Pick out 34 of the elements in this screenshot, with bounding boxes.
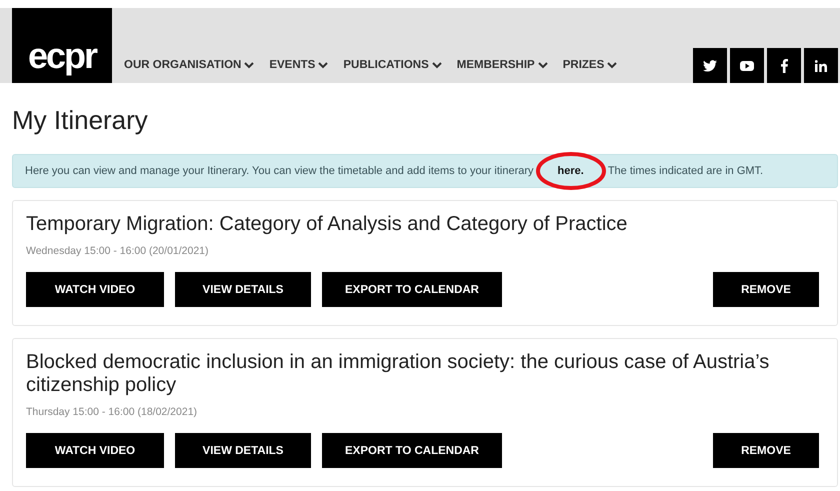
action-button[interactable]: EXPORT TO CALENDAR [322, 433, 502, 468]
session-title: Temporary Migration: Category of Analysis and Category of Practice [26, 213, 628, 236]
facebook-icon [780, 58, 788, 72]
nav-link[interactable]: OUR ORGANISATION [124, 59, 254, 71]
social-button[interactable] [693, 48, 727, 83]
session-time: Wednesday 15:00 - 16:00 (20/01/2021) [26, 245, 210, 257]
remove-button[interactable]: REMOVE [713, 272, 819, 307]
social-button[interactable] [730, 48, 764, 83]
chevron-icon [432, 62, 442, 68]
social-button[interactable] [804, 48, 838, 83]
info-text: Here you can view and manage your Itinerary. You can view the timetable and add items to your itinerary here. The times indicated are in GMT. [25, 165, 764, 177]
action-button[interactable]: VIEW DETAILS [175, 433, 311, 468]
here-link[interactable]: here. [558, 165, 584, 177]
nav-link[interactable]: MEMBERSHIP [456, 59, 548, 71]
chevron-icon [607, 62, 618, 68]
play-icon [740, 60, 754, 70]
logo[interactable]: ecpr [12, 8, 112, 83]
chevron-icon [318, 62, 328, 68]
session-title: Blocked democratic inclusion in an immigration society: the curious case of Austria’s citizenship policy [26, 351, 770, 397]
chevron-icon [244, 62, 254, 68]
chevron-icon [538, 62, 548, 68]
action-button[interactable]: WATCH VIDEO [26, 433, 164, 468]
action-button[interactable]: EXPORT TO CALENDAR [322, 272, 502, 307]
session-time: Thursday 15:00 - 16:00 (18/02/2021) [26, 406, 198, 418]
page-title: My Itinerary [12, 105, 149, 136]
bird-icon [703, 60, 717, 72]
linkedin-icon [815, 60, 827, 72]
action-button[interactable]: WATCH VIDEO [26, 272, 164, 307]
action-button[interactable]: VIEW DETAILS [175, 272, 311, 307]
nav-link[interactable]: EVENTS [269, 59, 328, 71]
remove-button[interactable]: REMOVE [713, 433, 819, 468]
nav-link[interactable]: PUBLICATIONS [343, 59, 442, 71]
nav-link[interactable]: PRIZES [562, 59, 618, 71]
social-button[interactable] [767, 48, 801, 83]
